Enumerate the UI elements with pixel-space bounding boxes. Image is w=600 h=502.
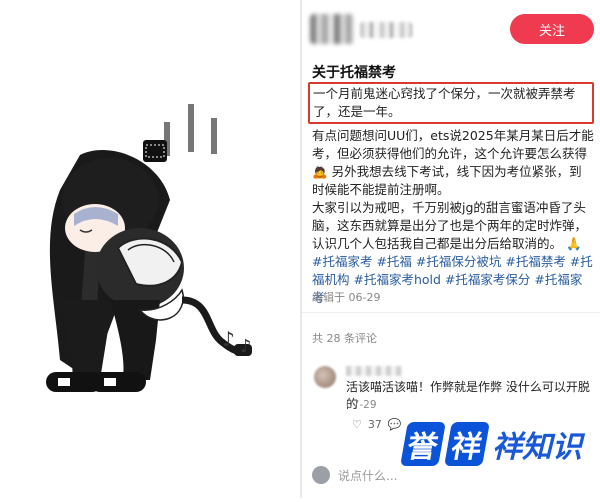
commenter-name-blurred[interactable] <box>346 366 402 376</box>
post-paragraph-2b-text: 另外我想去线下考试，线下因为考位紧张，到时候能不能提前注册啊。 <box>312 164 582 197</box>
post-paragraph-3: 大家引以为戒吧，千万别被jg的甜言蜜语冲昏了头脑，这东西就算是出分了也是个两年的… <box>312 199 594 253</box>
section-divider <box>302 312 600 313</box>
follow-button[interactable]: 关注 <box>510 14 594 44</box>
comment-date: 07-29 <box>346 399 377 411</box>
comment-input-placeholder[interactable]: 说点什么... <box>338 467 397 484</box>
comment-icon[interactable]: 💬 <box>388 418 402 431</box>
emoji-icon: 🙇 <box>312 164 328 179</box>
emoji-icon: 🙏 <box>566 236 582 251</box>
current-user-avatar <box>312 466 330 484</box>
heart-icon[interactable]: ♡ <box>352 418 362 431</box>
page: ♪ ♪ 关注 关于托福禁考 一个月前鬼迷心窍找了个保分，一次就被弄禁考了，还是一… <box>0 0 600 498</box>
post-paragraph-3-text: 大家引以为戒吧，千万别被jg的甜言蜜语冲昏了头脑，这东西就算是出分了也是个两年的… <box>312 200 588 251</box>
comment-text: 活该喵活该喵！作弊就是作弊 没什么可以开脱的 <box>346 380 590 411</box>
watermark-block: 誉 <box>400 422 446 466</box>
post-paragraph-2-text: 有点问题想问UU们，ets说2025年某月某日后才能考，但必须获得他们的允许，这… <box>312 128 594 161</box>
watermark-block: 祥 <box>444 422 490 466</box>
watermark-logo: 誉 祥 祥知识 <box>400 416 594 472</box>
post-body: 一个月前鬼迷心窍找了个保分，一次就被弄禁考了，还是一年。 有点问题想问UU们，e… <box>308 82 594 307</box>
watermark-text: 祥知识 <box>492 430 582 465</box>
comment-count: 共 28 条评论 <box>312 332 377 345</box>
author-name-blurred[interactable] <box>360 22 412 38</box>
author-avatar[interactable] <box>310 14 354 44</box>
post-paragraph-2: 有点问题想问UU们，ets说2025年某月某日后才能考，但必须获得他们的允许，这… <box>312 127 594 199</box>
svg-text:♪: ♪ <box>240 336 252 357</box>
post-title: 关于托福禁考 <box>312 65 396 81</box>
comment-actions: ♡ 37 💬 <box>352 418 402 431</box>
illustration-panel: ♪ ♪ <box>0 0 298 498</box>
like-count: 37 <box>367 418 382 431</box>
post-paragraph-1-highlighted: 一个月前鬼迷心窍找了个保分，一次就被弄禁考了，还是一年。 <box>308 82 594 124</box>
edited-date: 编辑于 06-29 <box>312 291 381 304</box>
svg-text:♪: ♪ <box>222 327 235 351</box>
comment-input-row[interactable]: 说点什么... <box>312 466 397 484</box>
commenter-avatar[interactable] <box>314 366 336 388</box>
crouching-girl-illustration: ♪ ♪ <box>46 104 252 392</box>
